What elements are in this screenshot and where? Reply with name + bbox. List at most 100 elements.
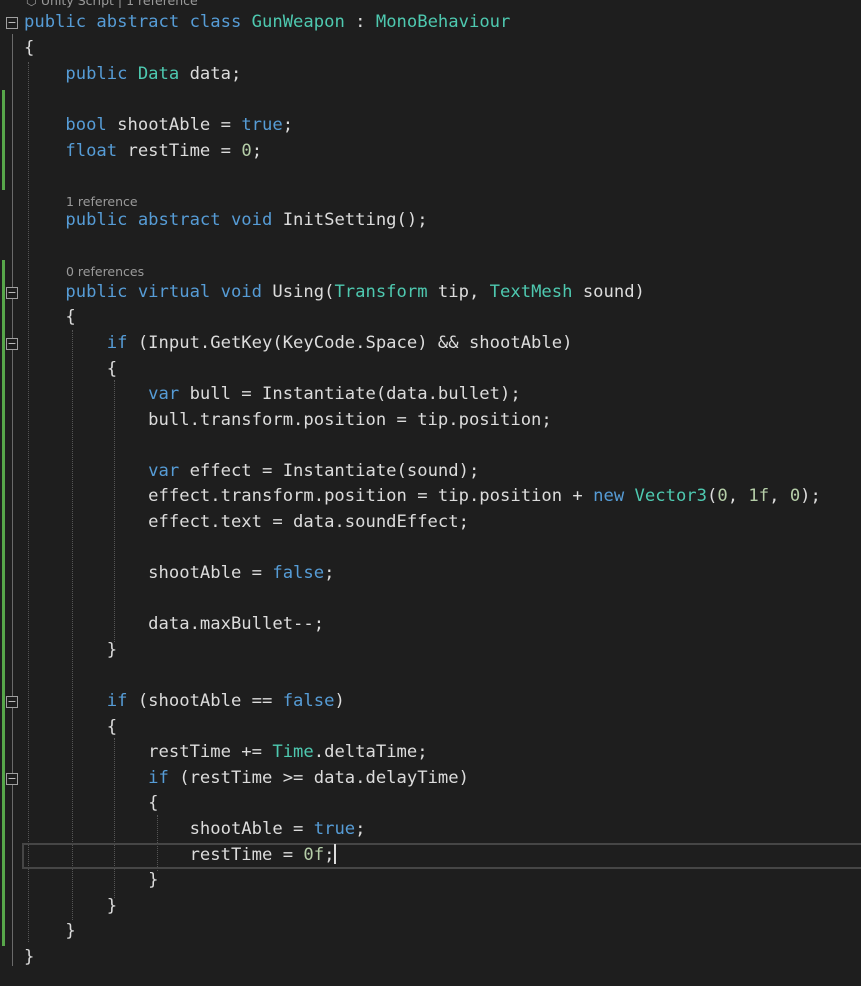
code-line[interactable]: public abstract void InitSetting(); [24,208,428,234]
code-line[interactable]: { [24,791,158,817]
code-token: effect.transform.position = tip.position… [24,486,594,506]
code-token: effect.text = data.soundEffect; [24,512,469,532]
code-token: MonoBehaviour [375,12,511,32]
code-token: public virtual void [24,282,262,302]
code-line[interactable]: bull.transform.position = tip.position; [24,408,552,434]
unity-icon: ⬡ [26,0,41,8]
code-token: ( [706,486,718,506]
code-line[interactable]: } [24,638,117,664]
code-line[interactable]: restTime += Time.deltaTime; [24,740,428,766]
code-line[interactable]: effect.text = data.soundEffect; [24,510,469,536]
code-token: bull = Instantiate(data.bullet); [179,384,521,404]
code-token: ; [251,141,263,161]
code-token: if [24,691,128,711]
code-line[interactable]: } [24,894,117,920]
code-token: if [24,768,169,788]
code-line[interactable]: float restTime = 0; [24,139,262,165]
change-indicator-bar [2,90,5,190]
code-line[interactable]: { [24,715,117,741]
code-line[interactable]: effect.transform.position = tip.position… [24,484,821,510]
code-line[interactable]: { [24,36,34,62]
code-token: { [24,717,118,737]
text-caret [334,844,336,864]
fold-collapse-icon[interactable]: − [6,17,18,29]
code-line[interactable]: public abstract class GunWeapon : MonoBe… [24,10,510,36]
code-line[interactable]: var bull = Instantiate(data.bullet); [24,382,521,408]
code-token: public abstract class [24,12,252,32]
code-token: effect = Instantiate(sound); [179,461,480,481]
code-token: 0 [789,486,801,506]
code-token: shootAble = [106,115,242,135]
code-token: ; [355,819,366,839]
code-line[interactable]: bool shootAble = true; [24,113,293,139]
code-token: 0 [241,141,252,161]
code-token: 1f [748,486,770,506]
code-token: true [241,115,283,135]
fold-collapse-icon[interactable]: − [6,287,18,299]
code-token: Using( [262,282,335,302]
code-token: TextMesh [489,282,573,302]
fold-collapse-icon[interactable]: − [6,773,18,785]
code-token: } [24,640,118,660]
code-token: } [24,947,35,967]
code-line[interactable]: } [24,945,34,971]
code-token: ; [324,563,335,583]
code-token: ); [800,486,821,506]
code-token: 0 [717,486,728,506]
code-token: var [24,461,180,481]
code-line[interactable]: if (restTime >= data.delayTime) [24,766,469,792]
code-editor[interactable]: ⬡ Unity Script | 1 reference − − − − − p… [0,0,861,986]
code-token: tip, [427,282,490,302]
code-line[interactable]: data.maxBullet--; [24,612,324,638]
code-token: : [344,12,376,32]
code-line[interactable]: public Data data; [24,62,241,88]
code-line[interactable]: } [24,868,158,894]
code-token: data.maxBullet--; [24,614,325,634]
code-token: new [593,486,635,506]
code-token: (Input.GetKey(KeyCode.Space) && shootAbl… [127,333,573,353]
code-token: shootAble = [24,819,314,839]
fold-collapse-icon[interactable]: − [6,696,18,708]
code-token: .deltaTime; [313,742,428,762]
code-line[interactable]: if (Input.GetKey(KeyCode.Space) && shoot… [24,331,573,357]
code-token: { [24,38,35,58]
code-line[interactable]: } [24,919,76,945]
code-line[interactable]: { [24,305,76,331]
code-token: { [24,307,76,327]
code-token: float [24,141,118,161]
code-line[interactable]: { [24,357,117,383]
code-token: , [727,486,749,506]
code-line[interactable]: var effect = Instantiate(sound); [24,459,479,485]
code-token: var [24,384,180,404]
code-token: true [313,819,356,839]
code-token: (restTime >= data.delayTime) [168,768,469,788]
code-token: ; [282,115,294,135]
code-token: public [24,64,138,84]
code-token: Time [272,742,314,762]
change-indicator-bar [2,260,5,946]
code-token: { [24,359,118,379]
code-token: Transform [334,282,428,302]
code-token: } [24,921,76,941]
using-references-codelens[interactable]: 0 references [66,262,144,282]
code-token: , [769,486,790,506]
code-token: 0f [303,845,325,865]
code-line[interactable]: if (shootAble == false) [24,689,345,715]
code-token: } [24,896,118,916]
code-line[interactable]: shootAble = true; [24,817,366,843]
code-token: data; [179,64,242,84]
code-token: sound) [572,282,645,302]
code-token: public abstract void [24,210,273,230]
code-line-current[interactable]: restTime = 0f; [24,843,336,869]
code-token: (shootAble == [127,691,283,711]
code-token: ) [334,691,345,711]
code-token: shootAble = [24,563,273,583]
fold-region-line [12,34,13,966]
code-line[interactable]: shootAble = false; [24,561,334,587]
code-line[interactable]: public virtual void Using(Transform tip,… [24,280,645,306]
code-token: restTime += [24,742,273,762]
code-token: Vector3 [634,486,707,506]
code-token: restTime = [24,845,304,865]
code-token: InitSetting(); [272,210,428,230]
fold-collapse-icon[interactable]: − [6,338,18,350]
